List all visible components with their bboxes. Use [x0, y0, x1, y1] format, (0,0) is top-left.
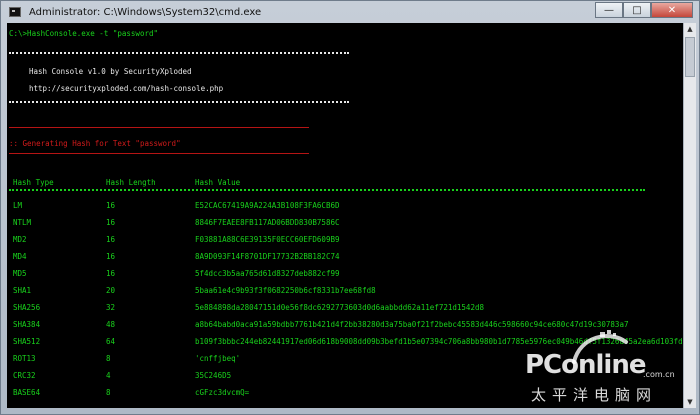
- hash-length: 16: [106, 218, 116, 227]
- console-icon: [9, 7, 21, 17]
- table-row: MD4 16 8A9D093F14F8701DF17732B2BB182C74: [7, 252, 683, 264]
- hash-type: MD4: [13, 252, 27, 261]
- table-row: NTLM 16 8846F7EAEE8FB117AD06BDD830B7586C: [7, 218, 683, 230]
- vertical-scrollbar[interactable]: ▲ ▼: [683, 23, 696, 408]
- status-line: :: Generating Hash for Text "password": [9, 139, 181, 148]
- hash-value: 5f4dcc3b5aa765d61d8327deb882cf99: [195, 269, 340, 278]
- table-row: SHA256 32 5e884898da28047151d0e56f8dc629…: [7, 303, 683, 315]
- window-controls: — □ ✕: [595, 2, 693, 18]
- maximize-button[interactable]: □: [623, 2, 651, 18]
- banner-url: http://securityxploded.com/hash-console.…: [29, 84, 224, 93]
- watermark-chinese: 太平洋电脑网: [531, 386, 658, 404]
- table-row: LM 16 E52CAC67419A9A224A3B108F3FA6CB6D: [7, 201, 683, 213]
- hash-value: 8A9D093F14F8701DF17732B2BB182C74: [195, 252, 340, 261]
- pconline-watermark: PConline .com.cn 太平洋电脑网: [525, 328, 683, 408]
- hash-length: 8: [106, 354, 111, 363]
- hash-length: 16: [106, 235, 116, 244]
- scroll-thumb[interactable]: [685, 37, 695, 77]
- close-button[interactable]: ✕: [651, 2, 693, 18]
- header-hash-value: Hash Value: [195, 178, 241, 187]
- table-row: SHA1 20 5baa61e4c9b93f3f0682250b6cf8331b…: [7, 286, 683, 298]
- banner-title: Hash Console v1.0 by SecurityXploded: [29, 67, 192, 76]
- hash-value: 35C246D5: [195, 371, 232, 380]
- status-rule-top: [9, 127, 309, 128]
- console-output[interactable]: C:\>HashConsole.exe -t "password" Hash C…: [7, 23, 683, 408]
- hash-value: 8846F7EAEE8FB117AD06BDD830B7586C: [195, 218, 340, 227]
- hash-length: 16: [106, 201, 116, 210]
- hash-length: 48: [106, 320, 116, 329]
- table-row: MD5 16 5f4dcc3b5aa765d61d8327deb882cf99: [7, 269, 683, 281]
- window-title: Administrator: C:\Windows\System32\cmd.e…: [29, 6, 262, 18]
- header-rule: [9, 189, 645, 191]
- hash-value: 5baa61e4c9b93f3f0682250b6cf8331b7ee68fd8: [195, 286, 376, 295]
- header-hash-type: Hash Type: [13, 178, 54, 187]
- hash-type: SHA256: [13, 303, 41, 312]
- hash-type: LM: [13, 201, 23, 210]
- hash-length: 16: [106, 252, 116, 261]
- hash-length: 64: [106, 337, 116, 346]
- hash-value: 5e884898da28047151d0e56f8dc6292773603d0d…: [195, 303, 484, 312]
- hash-length: 20: [106, 286, 116, 295]
- hash-type: SHA384: [13, 320, 41, 329]
- hash-length: 4: [106, 371, 111, 380]
- cmd-window: Administrator: C:\Windows\System32\cmd.e…: [0, 0, 700, 415]
- hash-length: 16: [106, 269, 116, 278]
- minimize-button[interactable]: —: [595, 2, 623, 18]
- hash-type: CRC32: [13, 371, 36, 380]
- hash-type: MD2: [13, 235, 27, 244]
- header-hash-length: Hash Length: [106, 178, 156, 187]
- table-row: MD2 16 F03881A88C6E39135F0ECC60EFD609B9: [7, 235, 683, 247]
- status-rule-bottom: [9, 153, 309, 154]
- hash-type: SHA512: [13, 337, 41, 346]
- hash-length: 32: [106, 303, 116, 312]
- hash-type: ROT13: [13, 354, 36, 363]
- hash-value: 'cnffjbeq': [195, 354, 241, 363]
- hash-length: 8: [106, 388, 111, 397]
- scroll-up-icon[interactable]: ▲: [684, 23, 696, 35]
- hash-type: SHA1: [13, 286, 32, 295]
- hash-value: F03881A88C6E39135F0ECC60EFD609B9: [195, 235, 340, 244]
- hash-type: MD5: [13, 269, 27, 278]
- watermark-logo: PConline: [525, 350, 646, 380]
- title-bar[interactable]: Administrator: C:\Windows\System32\cmd.e…: [1, 1, 699, 23]
- scroll-down-icon[interactable]: ▼: [684, 396, 696, 408]
- command-line: C:\>HashConsole.exe -t "password": [9, 29, 159, 38]
- hash-value: cGFzc3dvcmQ=: [195, 388, 250, 397]
- banner-rule-top: [9, 52, 349, 54]
- hash-type: BASE64: [13, 388, 41, 397]
- banner-rule-bottom: [9, 101, 349, 103]
- hash-value: E52CAC67419A9A224A3B108F3FA6CB6D: [195, 201, 340, 210]
- hash-type: NTLM: [13, 218, 32, 227]
- watermark-domain: .com.cn: [643, 370, 675, 379]
